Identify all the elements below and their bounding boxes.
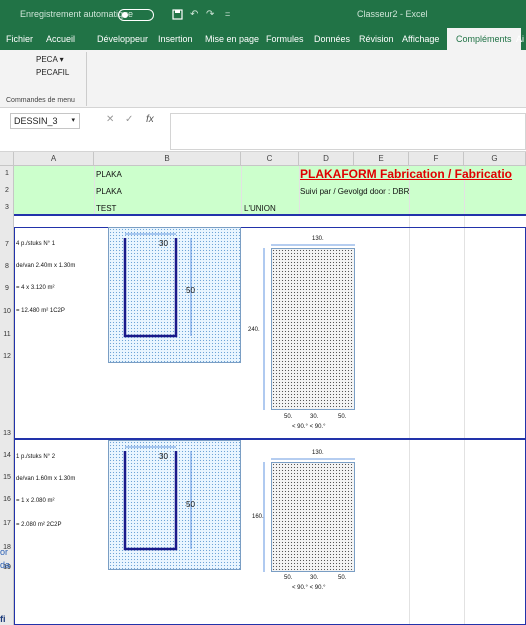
column-g[interactable]: G [464,152,526,166]
b1-size: de/van 2.40m x 1.30m [16,263,76,269]
b1-bottom-3: 50. [338,414,347,420]
row-15[interactable]: 15 [0,474,14,481]
b2-bottom-3: 50. [338,575,347,581]
b1-total: = 12.480 m² 1C2P [16,308,65,314]
redo-icon[interactable]: ↷ [206,9,214,20]
row-9[interactable]: 9 [0,285,14,292]
b1-bottom-2: 30. [310,414,319,420]
row-10[interactable]: 10 [0,308,14,315]
b2-angles: < 90.° < 90.° [292,585,326,591]
b2-u-profile [108,440,241,570]
b2-size: de/van 1.60m x 1.30m [16,476,76,482]
autosave-toggle[interactable] [118,9,154,21]
pecafil-menu[interactable]: PECAFIL [36,68,69,77]
formula-bar: DESSIN_3 ▾ ✕ ✓ fx [0,108,526,152]
row-16[interactable]: 16 [0,496,14,503]
ribbon-tabs: Fichier Accueil Développeur Insertion Mi… [0,28,526,50]
tab-insertion[interactable]: Insertion [158,34,193,44]
row-17[interactable]: 17 [0,520,14,527]
b2-height: 50 [186,500,195,509]
ribbon: PECA ▾ PECAFIL Commandes de menu [0,50,526,108]
save-icon[interactable] [172,9,183,23]
tab-overflow[interactable]: Ai [516,34,524,44]
b1-area: = 4 x 3.120 m² [16,285,55,291]
b1-side: 240. [248,327,260,333]
cell-c3: L'UNION [244,204,276,213]
cancel-icon[interactable]: ✕ [106,114,114,125]
b2-total: = 2.080 m² 2C2P [16,522,62,528]
b1-width: 30 [159,239,168,248]
row-1[interactable]: 1 [0,170,14,177]
b1-bottom-1: 50. [284,414,293,420]
enter-icon[interactable]: ✓ [125,114,133,125]
tab-affichage[interactable]: Affichage [402,34,439,44]
overlay-text-3: fi [0,614,6,624]
overlay-text-1: or [0,547,9,557]
b2-area: = 1 x 2.080 m² [16,498,55,504]
tab-formules[interactable]: Formules [266,34,304,44]
tab-developpeur[interactable]: Développeur [97,34,148,44]
peca-menu[interactable]: PECA ▾ [36,55,64,64]
tab-accueil[interactable]: Accueil [46,34,75,44]
row-8[interactable]: 8 [0,263,14,270]
b2-fabric [271,462,355,572]
b1-u-profile [108,227,241,363]
customize-qat-icon[interactable]: = [225,9,230,19]
b2-top: 130. [312,450,324,456]
b2-qty: 1 p./stuks N° 2 [16,454,56,460]
select-all-corner[interactable] [0,152,14,166]
worksheet-grid[interactable]: PLAKA PLAKA TEST L'UNION PLAKAFORM Fabri… [14,166,526,625]
chevron-down-icon[interactable]: ▾ [71,116,75,124]
panel-1 [14,227,526,439]
column-e[interactable]: E [354,152,409,166]
row-7[interactable]: 7 [0,241,14,248]
panel-2 [14,439,526,625]
b1-qty: 4 p./stuks N° 1 [16,241,56,247]
name-box[interactable]: DESSIN_3 ▾ [10,113,80,129]
ribbon-divider [86,52,87,106]
title-bar: Enregistrement automatique ↶ ↷ = Classeu… [0,0,526,28]
sheet-title: PLAKAFORM Fabrication / Fabricatio [300,167,513,181]
ribbon-group-label: Commandes de menu [6,97,75,104]
tab-fichier[interactable]: Fichier [6,34,33,44]
autosave-label: Enregistrement automatique [20,9,134,19]
column-b[interactable]: B [94,152,241,166]
b2-bottom-2: 30. [310,575,319,581]
b1-top: 130. [312,236,324,242]
b1-angles: < 90.° < 90.° [292,424,326,430]
row-11[interactable]: 11 [0,331,14,338]
cell-b3: TEST [96,204,117,213]
undo-icon[interactable]: ↶ [190,9,198,20]
row-14[interactable]: 14 [0,452,14,459]
column-a[interactable]: A [14,152,94,166]
cell-b2: PLAKA [96,187,122,196]
row-2[interactable]: 2 [0,187,14,194]
column-c[interactable]: C [241,152,299,166]
cell-d2: Suivi par / Gevolgd door : DBR [300,187,410,196]
tab-revision[interactable]: Révision [359,34,394,44]
tab-complements[interactable]: Compléments [447,28,521,50]
cell-b1: PLAKA [96,170,122,179]
tab-mise-en-page[interactable]: Mise en page [205,34,259,44]
row-3[interactable]: 3 [0,204,14,211]
tab-donnees[interactable]: Données [314,34,350,44]
name-box-value: DESSIN_3 [14,116,58,126]
b2-width: 30 [159,452,168,461]
function-icon[interactable]: fx [146,114,154,125]
column-d[interactable]: D [299,152,354,166]
column-headers: A B C D E F G [0,152,526,166]
column-f[interactable]: F [409,152,464,166]
b2-bottom-1: 50. [284,575,293,581]
row-13[interactable]: 13 [0,430,14,437]
overlay-text-2: da [0,560,11,570]
header-divider [14,214,526,216]
b1-fabric [271,248,355,410]
b1-height: 50 [186,286,195,295]
row-12[interactable]: 12 [0,353,14,360]
window-title: Classeur2 - Excel [357,9,428,19]
formula-input[interactable] [170,113,526,150]
